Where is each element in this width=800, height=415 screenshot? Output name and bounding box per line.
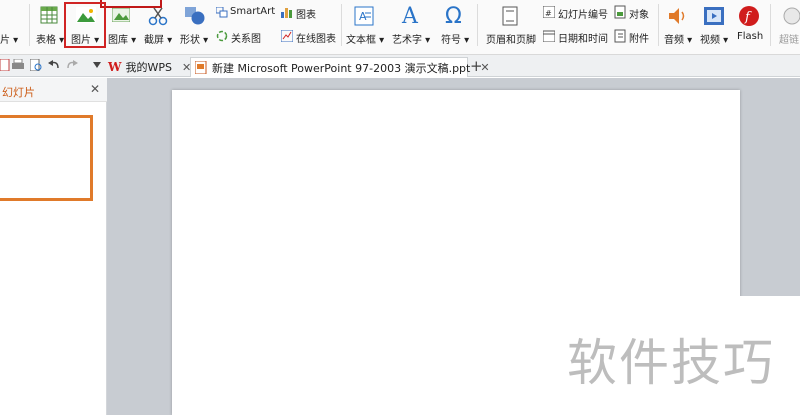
globe-icon — [782, 6, 800, 26]
object-icon — [614, 5, 626, 19]
partial-picture-button[interactable]: 片 ▾ — [0, 31, 18, 46]
calendar-icon — [542, 30, 556, 43]
smartart-button[interactable]: SmartArt — [230, 6, 275, 17]
tab-label: 新建 Microsoft PowerPoint 97-2003 演示文稿.ppt — [212, 61, 471, 75]
slide-number-icon: # — [542, 5, 556, 19]
wordart-label: 艺术字 — [392, 35, 422, 46]
wordart-button[interactable]: 艺术字 ▾ — [392, 31, 430, 46]
svg-text:#: # — [545, 9, 552, 18]
separator — [477, 4, 478, 46]
flash-icon: f — [739, 6, 759, 26]
hyperlink-button[interactable]: 超链 — [779, 31, 799, 46]
video-button[interactable]: 视频 ▾ — [700, 31, 728, 46]
attachment-button[interactable]: 附件 — [629, 30, 649, 45]
customize-icon[interactable] — [92, 59, 104, 71]
wordart-icon: A — [400, 3, 420, 29]
header-footer-button[interactable]: 页眉和页脚 — [486, 31, 536, 46]
table-label: 表格 — [36, 35, 56, 46]
partial-label: 片 — [0, 35, 10, 46]
omega-icon: Ω — [444, 3, 466, 29]
svg-text:A: A — [401, 4, 419, 27]
print-icon[interactable] — [12, 58, 24, 71]
gallery-label: 图库 — [108, 35, 128, 46]
gallery-icon — [111, 7, 131, 23]
undo-icon[interactable] — [48, 59, 60, 71]
ppt-file-icon — [194, 60, 207, 75]
separator — [341, 4, 342, 46]
video-label: 视频 — [700, 35, 720, 46]
panel-title: 幻灯片 — [2, 86, 35, 99]
slide-thumbnail[interactable] — [0, 115, 93, 201]
object-button[interactable]: 对象 — [629, 6, 649, 21]
redo-icon[interactable] — [66, 59, 78, 71]
separator — [29, 4, 30, 46]
picture-icon — [76, 7, 96, 23]
relation-icon — [216, 30, 228, 42]
attachment-icon — [614, 29, 626, 43]
watermark: 软件技巧 — [567, 334, 775, 392]
chart-icon — [281, 6, 293, 18]
separator — [770, 4, 771, 46]
tab-label: 我的WPS — [125, 61, 172, 74]
slides-panel: 幻灯片 ✕ — [0, 78, 107, 415]
textbox-button[interactable]: 文本框 ▾ — [346, 31, 384, 46]
slide-number-button[interactable]: 幻灯片编号 — [558, 6, 608, 21]
audio-icon — [667, 6, 689, 26]
relation-button[interactable]: 关系图 — [231, 30, 261, 45]
close-icon[interactable]: ✕ — [90, 82, 100, 96]
new-tab-icon[interactable]: + — [470, 57, 483, 75]
textbox-icon: A — [354, 6, 374, 26]
shape-icon — [185, 7, 205, 25]
datetime-button[interactable]: 日期和时间 — [558, 30, 608, 45]
picture-button[interactable]: 图片 ▾ — [71, 31, 99, 46]
tab-my-wps[interactable]: W 我的WPS ✕ — [108, 57, 191, 77]
new-icon[interactable] — [0, 58, 12, 72]
preview-icon[interactable] — [29, 58, 42, 72]
audio-button[interactable]: 音频 ▾ — [664, 31, 692, 46]
table-button[interactable]: 表格 ▾ — [36, 31, 64, 46]
textbox-label: 文本框 — [346, 35, 376, 46]
separator — [658, 4, 659, 46]
tab-bar: W 我的WPS ✕ 新建 Microsoft PowerPoint 97-200… — [0, 55, 800, 77]
scissors-icon — [148, 6, 168, 26]
online-chart-button[interactable]: 在线图表 — [296, 30, 336, 45]
header-footer-icon — [502, 6, 518, 26]
chart-button[interactable]: 图表 — [296, 6, 316, 21]
online-chart-icon — [280, 29, 294, 43]
screenshot-label: 截屏 — [144, 35, 164, 46]
flash-button[interactable]: Flash — [737, 31, 763, 42]
audio-label: 音频 — [664, 35, 684, 46]
ribbon: 片 ▾ 表格 ▾ 图片 ▾ 图库 ▾ 截屏 ▾ 形状 ▾ SmartArt 图表… — [0, 0, 800, 55]
panel-header: 幻灯片 ✕ — [0, 78, 107, 102]
tab-document[interactable]: 新建 Microsoft PowerPoint 97-2003 演示文稿.ppt… — [190, 57, 490, 77]
video-icon — [704, 7, 724, 25]
shape-button[interactable]: 形状 ▾ — [180, 31, 208, 46]
svg-text:Ω: Ω — [445, 4, 462, 27]
symbol-button[interactable]: 符号 ▾ — [441, 31, 469, 46]
picture-label: 图片 — [71, 35, 91, 46]
symbol-label: 符号 — [441, 35, 461, 46]
gallery-button[interactable]: 图库 ▾ — [108, 31, 136, 46]
screenshot-button[interactable]: 截屏 ▾ — [144, 31, 172, 46]
table-icon — [40, 6, 58, 24]
smartart-icon — [215, 6, 228, 18]
shape-label: 形状 — [180, 35, 200, 46]
wps-logo-icon: W — [108, 60, 122, 74]
